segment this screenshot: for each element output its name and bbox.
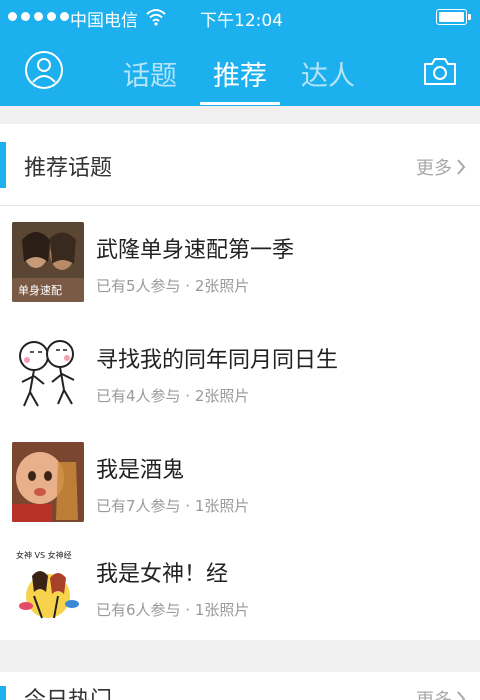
topic-row[interactable]: 我是酒鬼 已有7人参与 · 1张照片 [0, 428, 480, 536]
more-link[interactable]: 更多 [416, 686, 466, 700]
chevron-right-icon [457, 159, 466, 175]
tab-recommended[interactable]: 推荐 [205, 54, 275, 93]
battery-icon [436, 9, 472, 25]
topic-thumbnail [12, 332, 84, 412]
chevron-right-icon [457, 691, 466, 700]
section-header: 推荐话题 更多 [0, 124, 480, 206]
tab-experts[interactable]: 达人 [293, 54, 363, 93]
carrier-name: 中国电信 [70, 11, 138, 31]
topic-title: 寻找我的同年同月同日生 [96, 348, 339, 373]
topic-row[interactable]: 寻找我的同年同月同日生 已有4人参与 · 2张照片 [0, 318, 480, 426]
section-title: 推荐话题 [24, 156, 113, 181]
more-link[interactable]: 更多 [416, 154, 466, 180]
section-accent-bar [0, 142, 6, 188]
top-tabs: 话题 推荐 达人 [105, 46, 375, 106]
user-avatar-icon[interactable] [24, 50, 64, 90]
topic-meta: 已有7人参与 · 1张照片 [96, 497, 250, 515]
svg-text:女神 VS 女神经: 女神 VS 女神经 [16, 550, 72, 560]
svg-text:单身速配: 单身速配 [18, 283, 62, 297]
status-bar: 中国电信 下午12:04 [0, 0, 480, 34]
more-label: 更多 [416, 686, 452, 700]
topic-thumbnail: 单身速配 [12, 222, 84, 302]
camera-icon[interactable] [422, 54, 458, 88]
topic-thumbnail: 女神 VS 女神经 [12, 546, 84, 626]
wifi-icon [146, 9, 166, 26]
app-header: 中国电信 下午12:04 话题 推荐 达人 [0, 0, 480, 106]
topic-title: 我是酒鬼 [96, 458, 185, 483]
tab-topics[interactable]: 话题 [115, 54, 185, 93]
topic-meta: 已有5人参与 · 2张照片 [96, 277, 250, 295]
section-title: 今日热门 [24, 682, 112, 700]
topic-row[interactable]: 女神 VS 女神经 我是女神！经 已有6人参与 · 1张照片 [0, 532, 480, 640]
topic-row[interactable]: 单身速配 武隆单身速配第一季 已有5人参与 · 2张照片 [0, 208, 480, 316]
topic-thumbnail [12, 442, 84, 522]
baby-with-bottle-icon [12, 442, 84, 522]
topic-meta: 已有4人参与 · 2张照片 [96, 387, 250, 405]
section-accent-bar [0, 686, 6, 700]
goddess-cartoon-icon: 女神 VS 女神经 [16, 550, 79, 619]
couple-photo-icon: 单身速配 [12, 222, 84, 302]
today-hot-section: 今日热门 更多 [0, 672, 480, 700]
topic-meta: 已有6人参与 · 1张照片 [96, 601, 250, 619]
cartoon-couple-icon [19, 340, 75, 407]
signal-strength-icon [8, 12, 69, 21]
topic-title: 我是女神！经 [96, 562, 229, 587]
active-tab-indicator [200, 102, 280, 105]
recommended-topics-section: 推荐话题 更多 单身速配 武隆单身速配第一季 已有5人参与 · 2张照片 寻找我… [0, 124, 480, 640]
status-time: 下午12:04 [200, 11, 283, 31]
topic-title: 武隆单身速配第一季 [96, 238, 295, 263]
more-label: 更多 [416, 158, 452, 179]
